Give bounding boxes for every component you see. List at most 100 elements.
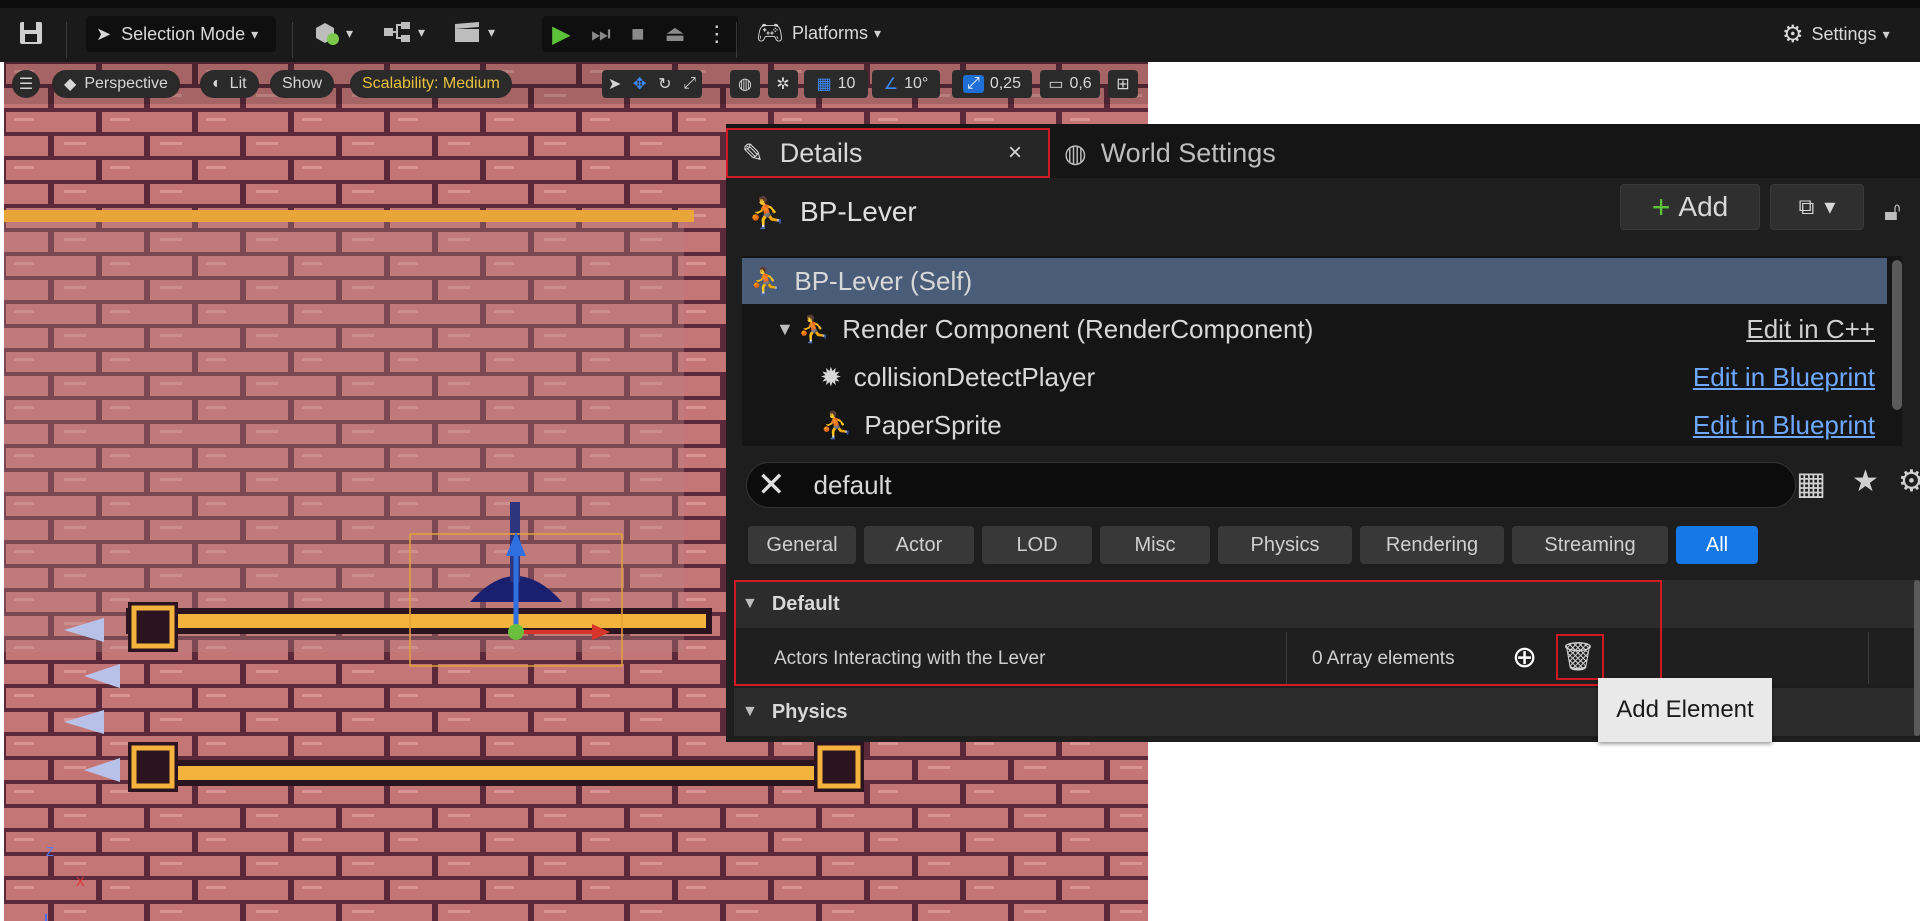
show-dropdown[interactable]: Show xyxy=(270,70,335,98)
gear-icon: ⚙ xyxy=(1782,21,1804,48)
grid-icon: ▦ xyxy=(816,76,832,93)
filter-misc[interactable]: Misc xyxy=(1100,526,1210,564)
component-label: PaperSprite xyxy=(864,409,1002,440)
chevron-down-icon: ▾ xyxy=(346,24,354,41)
cube-add-icon xyxy=(316,23,339,45)
lit-dropdown[interactable]: ◐ Lit xyxy=(200,70,259,98)
component-row[interactable]: ⛹ PaperSprite Edit in Blueprint xyxy=(742,402,1887,448)
star-icon[interactable]: ★ xyxy=(1852,464,1879,499)
grid-snap-value: 10 xyxy=(837,75,856,92)
component-label: BP-Lever (Self) xyxy=(794,265,973,296)
stop-icon[interactable]: ■ xyxy=(631,21,644,47)
property-divider xyxy=(1868,632,1869,684)
globe-icon[interactable]: ◍ xyxy=(730,70,760,98)
filter-label: Rendering xyxy=(1385,533,1479,556)
filter-general[interactable]: General xyxy=(748,526,856,564)
table-view-icon[interactable]: ▦ xyxy=(1796,464,1826,502)
blueprint-options-button[interactable]: ⧉ ▾ xyxy=(1770,184,1864,230)
component-row[interactable]: ✹ collisionDetectPlayer Edit in Blueprin… xyxy=(742,354,1887,400)
add-label: Add xyxy=(1678,191,1729,222)
filter-label: Streaming xyxy=(1544,533,1636,556)
filter-lod[interactable]: LOD xyxy=(982,526,1092,564)
tab-world-settings[interactable]: ◍ World Settings xyxy=(1064,128,1364,178)
angle-icon: ∠ xyxy=(883,76,899,93)
add-actor-button[interactable]: ▾ xyxy=(312,20,353,46)
add-element-tooltip: Add Element xyxy=(1598,678,1772,742)
scale-icon[interactable]: ⤢ xyxy=(683,75,696,93)
filter-label: All xyxy=(1705,533,1729,556)
show-label: Show xyxy=(282,75,323,92)
filter-rendering[interactable]: Rendering xyxy=(1360,526,1504,564)
blueprints-button[interactable]: ▾ xyxy=(382,20,425,44)
transform-tools: ➤ ✥ ↻ ⤢ xyxy=(602,70,702,98)
chevron-down-icon: ▾ xyxy=(873,24,881,41)
add-component-button[interactable]: + Add xyxy=(1620,184,1760,230)
rotate-icon[interactable]: ↻ xyxy=(658,74,671,94)
filter-actor[interactable]: Actor xyxy=(864,526,974,564)
play-icon[interactable]: ▶ xyxy=(552,20,570,49)
filter-label: Actor xyxy=(895,533,943,556)
edit-in-blueprint-link[interactable]: Edit in Blueprint xyxy=(1693,362,1875,393)
settings-menu[interactable]: ⚙ Settings ▾ xyxy=(1782,20,1890,49)
step-icon[interactable]: ⏭ xyxy=(591,21,611,47)
gear-icon[interactable]: ⚙ xyxy=(1898,464,1920,499)
perspective-label: Perspective xyxy=(84,75,168,92)
triangle-down-icon: ▼ xyxy=(742,703,758,720)
main-toolbar: ➤ Selection Mode ▾ ▾ ▾ ▾ ▶ ⏭ ■ ⏏ ⋮ 🎮︎ Pl… xyxy=(0,0,1920,62)
scale-snap-value: 0,25 xyxy=(989,75,1021,92)
component-scrollbar[interactable] xyxy=(1892,260,1902,410)
platforms-menu[interactable]: 🎮︎ Platforms ▾ xyxy=(756,20,881,46)
edit-in-blueprint-link[interactable]: Edit in Blueprint xyxy=(1693,410,1875,441)
scalability-dropdown[interactable]: Scalability: Medium xyxy=(350,70,512,98)
details-search[interactable]: ✕ default xyxy=(746,462,1796,508)
perspective-dropdown[interactable]: ◆ Perspective xyxy=(52,70,180,98)
grid-snap-toggle[interactable]: ▦ 10 xyxy=(804,70,868,98)
lock-icon[interactable]: 🔓︎ xyxy=(1884,196,1901,228)
cube-icon: ◆ xyxy=(64,76,77,93)
cinematics-button[interactable]: ▾ xyxy=(452,20,495,44)
platforms-label: Platforms xyxy=(791,22,868,43)
editor-window: ➤ Selection Mode ▾ ▾ ▾ ▾ ▶ ⏭ ■ ⏏ ⋮ 🎮︎ Pl… xyxy=(0,0,1920,921)
eject-icon[interactable]: ⏏ xyxy=(665,21,686,47)
lit-sphere-icon: ◐ xyxy=(212,75,222,92)
viewport-layout-icon[interactable]: ⊞ xyxy=(1108,70,1138,98)
scalability-label: Scalability: Medium xyxy=(362,75,500,92)
actor-header: ⛹ BP-Lever + Add ⧉ ▾ 🔓︎ xyxy=(726,178,1920,248)
clear-search-icon[interactable]: ✕ xyxy=(757,465,786,505)
angle-snap-value: 10° xyxy=(904,75,929,92)
axis-x-label: X xyxy=(76,874,85,889)
viewport-toolbar: ☰ ◆ Perspective ◐ Lit Show Scalability: … xyxy=(4,62,1148,104)
camera-speed-button[interactable]: ▭ 0,6 xyxy=(1040,70,1100,98)
surface-snap-icon[interactable]: ✲ xyxy=(768,70,798,98)
more-options-icon[interactable]: ⋮ xyxy=(706,21,728,47)
hamburger-menu-icon[interactable]: ☰ xyxy=(12,70,40,98)
component-row[interactable]: ▼ ⛹ Render Component (RenderComponent) E… xyxy=(742,306,1887,352)
scale-snap-toggle[interactable]: ⤢ 0,25 xyxy=(952,70,1032,98)
filter-physics[interactable]: Physics xyxy=(1218,526,1352,564)
tab-details[interactable]: ✎ Details × xyxy=(726,128,1050,178)
background-panel xyxy=(1150,62,1910,124)
filter-all[interactable]: All xyxy=(1676,526,1758,564)
angle-snap-toggle[interactable]: ∠ 10° xyxy=(872,70,940,98)
collision-icon: ✹ xyxy=(820,361,842,392)
chevron-down-icon: ▾ xyxy=(418,23,426,40)
search-input-value[interactable]: default xyxy=(814,470,892,501)
actor-icon: ⛹ xyxy=(820,409,853,440)
chevron-down-icon: ▾ xyxy=(488,23,496,40)
save-icon[interactable] xyxy=(18,20,44,46)
highlight-add-element xyxy=(1556,634,1604,680)
select-arrow-icon[interactable]: ➤ xyxy=(608,74,621,94)
close-icon[interactable]: × xyxy=(1008,139,1022,167)
chevron-down-icon: ▾ xyxy=(1824,194,1836,219)
gamepad-icon: 🎮︎ xyxy=(756,20,784,45)
translate-icon[interactable]: ✥ xyxy=(633,74,646,94)
details-scrollbar[interactable] xyxy=(1914,580,1920,736)
component-row[interactable]: ⛹ BP-Lever (Self) xyxy=(742,258,1887,304)
highlight-default-section xyxy=(734,580,1662,686)
selection-mode-dropdown[interactable]: ➤ Selection Mode ▾ xyxy=(86,16,276,52)
filter-label: LOD xyxy=(1016,533,1058,556)
edit-in-cpp-link[interactable]: Edit in C++ xyxy=(1746,314,1875,345)
filter-streaming[interactable]: Streaming xyxy=(1512,526,1668,564)
filter-label: Physics xyxy=(1250,533,1320,556)
blueprint-icon: ⧉ xyxy=(1798,194,1815,219)
